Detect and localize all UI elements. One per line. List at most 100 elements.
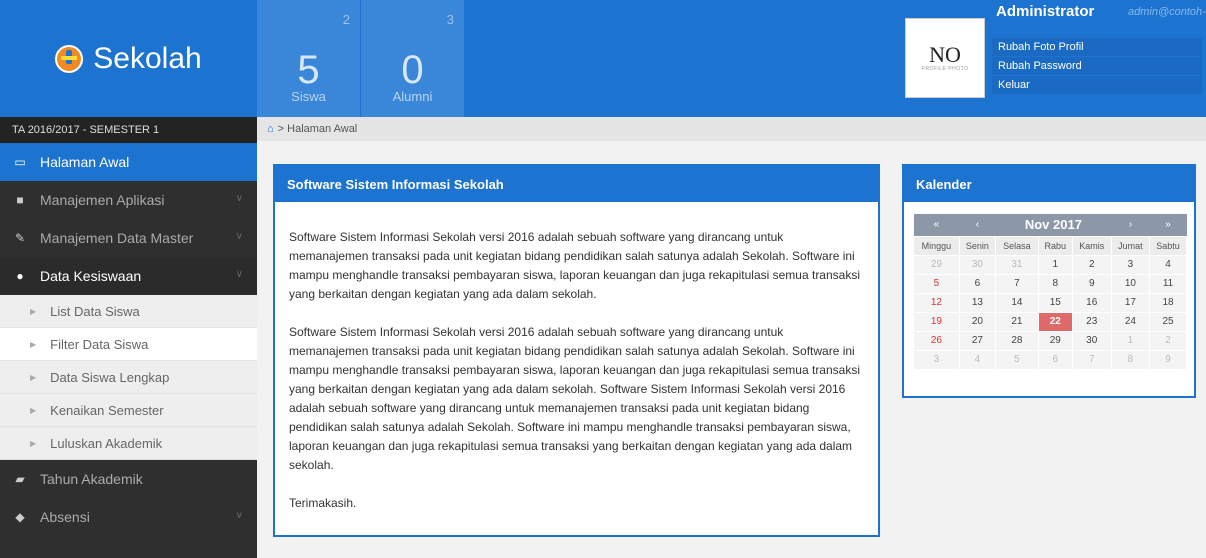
closing-text: Terimakasih. — [289, 496, 357, 510]
calendar-day[interactable]: 5 — [994, 349, 1039, 370]
calendar-day[interactable]: 31 — [994, 254, 1039, 275]
calendar-day[interactable]: 11 — [1149, 273, 1187, 294]
weekday-label: Minggu — [913, 235, 960, 256]
calendar-day[interactable]: 29 — [913, 254, 960, 275]
main-panel-title: Software Sistem Informasi Sekolah — [275, 166, 878, 202]
calendar-day[interactable]: 9 — [1071, 273, 1112, 294]
calendar-day[interactable]: 30 — [1071, 330, 1112, 351]
breadcrumb: ⌂ > Halaman Awal — [257, 117, 1206, 141]
calendar-day[interactable]: 15 — [1037, 292, 1073, 313]
sidebar-item-label: Absensi — [40, 509, 90, 525]
calendar-day[interactable]: 26 — [913, 330, 960, 351]
calendar-day[interactable]: 1 — [1110, 330, 1151, 351]
calendar-day[interactable]: 25 — [1149, 311, 1187, 332]
submenu-data-siswa-lengkap[interactable]: ▶ Data Siswa Lengkap — [0, 361, 257, 394]
logout-link[interactable]: Keluar — [992, 76, 1202, 94]
calendar-day[interactable]: 4 — [1149, 254, 1187, 275]
stat-siswa-badge: 2 — [342, 12, 350, 27]
calendar-day[interactable]: 17 — [1110, 292, 1151, 313]
sidebar-item-tahun-akademik[interactable]: ▰ Tahun Akademik — [0, 460, 257, 498]
calendar-day[interactable]: 8 — [1037, 273, 1073, 294]
calendar-day[interactable]: 20 — [958, 311, 996, 332]
submenu-filter-data-siswa[interactable]: ▶ Filter Data Siswa — [0, 328, 257, 361]
calendar-day[interactable]: 19 — [913, 311, 960, 332]
change-photo-link[interactable]: Rubah Foto Profil — [992, 38, 1202, 56]
calendar-title: Kalender — [904, 166, 1194, 202]
admin-name: Administrator — [996, 3, 1095, 20]
stat-alumni[interactable]: 3 0 Alumni — [361, 0, 464, 117]
sidebar-item-manajemen-aplikasi[interactable]: ■ Manajemen Aplikasi ∨ — [0, 181, 257, 219]
calendar-day[interactable]: 5 — [913, 273, 960, 294]
calendar-day[interactable]: 29 — [1037, 330, 1073, 351]
next-year-button[interactable]: » — [1150, 214, 1187, 236]
calendar-day[interactable]: 23 — [1071, 311, 1112, 332]
caret-right-icon: ▶ — [30, 438, 37, 448]
calendar-day[interactable]: 3 — [913, 349, 960, 370]
profile-photo-subtext: PROFILE PHOTO — [921, 66, 969, 72]
calendar-day[interactable]: 4 — [958, 349, 996, 370]
stat-alumni-badge: 3 — [446, 12, 454, 27]
calendar-day[interactable]: 6 — [958, 273, 996, 294]
next-month-button[interactable]: › — [1111, 214, 1149, 236]
calendar-table: « ‹ Nov 2017 › » Minggu Senin Selasa Rab… — [913, 214, 1187, 370]
calendar-day[interactable]: 6 — [1037, 349, 1073, 370]
calendar-day[interactable]: 14 — [994, 292, 1039, 313]
calendar-month[interactable]: Nov 2017 — [995, 214, 1111, 236]
calendar-day[interactable]: 13 — [958, 292, 996, 313]
main-info-panel: Software Sistem Informasi Sekolah Softwa… — [273, 164, 880, 537]
prev-year-button[interactable]: « — [914, 214, 960, 236]
calendar-day[interactable]: 12 — [913, 292, 960, 313]
calendar-day[interactable]: 22 — [1037, 311, 1073, 332]
caret-right-icon: ▶ — [30, 372, 37, 382]
submenu-list-data-siswa[interactable]: ▶ List Data Siswa — [0, 295, 257, 328]
weekday-label: Rabu — [1037, 235, 1073, 256]
school-logo-icon — [55, 44, 84, 73]
prev-month-button[interactable]: ‹ — [959, 214, 995, 236]
calendar-day[interactable]: 7 — [1071, 349, 1112, 370]
sidebar-item-absensi[interactable]: ◆ Absensi ∨ — [0, 498, 257, 536]
calendar-day[interactable]: 1 — [1037, 254, 1073, 275]
calendar-day[interactable]: 7 — [994, 273, 1039, 294]
home-icon[interactable]: ⌂ — [267, 123, 274, 135]
change-password-link[interactable]: Rubah Password — [992, 57, 1202, 75]
calendar-day[interactable]: 3 — [1110, 254, 1151, 275]
brand[interactable]: Sekolah — [0, 0, 257, 117]
calendar-day[interactable]: 28 — [994, 330, 1039, 351]
calendar-day[interactable]: 21 — [994, 311, 1039, 332]
weekday-label: Sabtu — [1149, 235, 1187, 256]
calendar-week: 12 13 14 15 16 17 18 — [913, 292, 1187, 313]
laptop-icon: ▭ — [14, 155, 26, 169]
caret-right-icon: ▶ — [30, 405, 37, 415]
sidebar-item-label: Data Kesiswaan — [40, 268, 142, 284]
sidebar-item-halaman-awal[interactable]: ▭ Halaman Awal — [0, 143, 257, 181]
stat-alumni-label: Alumni — [392, 89, 433, 104]
submenu-luluskan-akademik[interactable]: ▶ Luluskan Akademik — [0, 427, 257, 460]
chevron-down-icon: ∨ — [235, 193, 243, 204]
paragraph-1: Software Sistem Informasi Sekolah versi … — [289, 230, 860, 301]
calendar-week: 5 6 7 8 9 10 11 — [913, 273, 1187, 294]
tag-icon: ◆ — [15, 510, 25, 524]
calendar-day[interactable]: 24 — [1110, 311, 1151, 332]
profile-photo[interactable]: NO PROFILE PHOTO — [905, 18, 985, 98]
profile-menu: Rubah Foto Profil Rubah Password Keluar — [992, 38, 1202, 95]
sidebar-item-manajemen-data-master[interactable]: ✎ Manajemen Data Master ∨ — [0, 219, 257, 257]
calendar-day[interactable]: 8 — [1110, 349, 1151, 370]
calendar-week: 3456789 — [913, 349, 1187, 370]
stat-siswa-count: 5 — [297, 48, 320, 92]
stat-siswa[interactable]: 2 5 Siswa — [257, 0, 360, 117]
calendar-day[interactable]: 30 — [958, 254, 996, 275]
calendar-day[interactable]: 10 — [1110, 273, 1151, 294]
calendar-day[interactable]: 9 — [1149, 349, 1187, 370]
submenu-kenaikan-semester[interactable]: ▶ Kenaikan Semester — [0, 394, 257, 427]
calendar-day[interactable]: 27 — [958, 330, 996, 351]
chevron-down-icon: ∨ — [235, 510, 243, 521]
weekday-label: Senin — [958, 235, 996, 256]
calendar-day[interactable]: 18 — [1149, 292, 1187, 313]
sidebar-item-label: Halaman Awal — [40, 154, 130, 170]
stat-siswa-label: Siswa — [291, 89, 326, 104]
calendar-day[interactable]: 2 — [1071, 254, 1112, 275]
sidebar-item-data-kesiswaan[interactable]: ● Data Kesiswaan ∨ — [0, 257, 257, 295]
calendar-nav: « ‹ Nov 2017 › » — [913, 214, 1187, 236]
calendar-day[interactable]: 2 — [1149, 330, 1187, 351]
calendar-day[interactable]: 16 — [1071, 292, 1112, 313]
